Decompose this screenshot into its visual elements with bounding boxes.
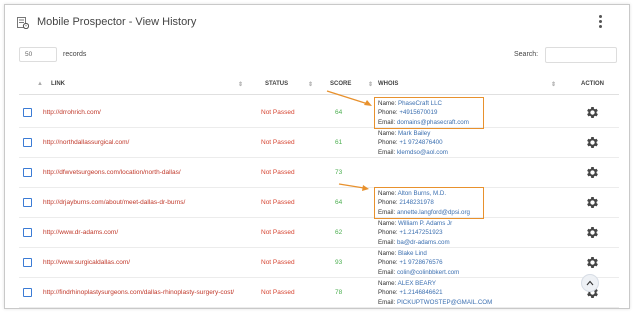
row-status: Not Passed bbox=[261, 169, 295, 176]
whois-name: Mark Bailey bbox=[397, 130, 431, 137]
table-row: http://drrohrich.com/Not Passed 64 Name: P… bbox=[19, 98, 619, 128]
gear-icon[interactable] bbox=[585, 165, 600, 180]
whois-email-label: Email: bbox=[378, 298, 396, 306]
annotation-arrow bbox=[326, 90, 372, 106]
chevron-up-icon bbox=[586, 280, 594, 286]
whois-name-label: Name: bbox=[378, 250, 397, 257]
row-status: Not Passed bbox=[261, 229, 295, 236]
row-link[interactable]: http://www.dr-adams.com/ bbox=[43, 229, 118, 236]
table-header: ▲ LINK ⇕ STATUS ⇕ SCORE ⇕ WHOIS ⇕ ACTION bbox=[19, 73, 619, 95]
row-status: Not Passed bbox=[261, 289, 295, 296]
whois-name-label: Name: bbox=[378, 220, 397, 227]
whois-info: Name: William P. Adams Jr Phone: +1.21472… bbox=[378, 219, 452, 247]
row-score: 78 bbox=[335, 289, 343, 296]
column-link[interactable]: LINK bbox=[51, 81, 65, 87]
whois-email: ba@dr-adams.com bbox=[396, 238, 450, 246]
page-title: Mobile Prospector - View History bbox=[37, 16, 197, 28]
row-link[interactable]: http://www.surgicaldallas.com/ bbox=[43, 259, 130, 266]
sort-asc-icon[interactable]: ▲ bbox=[37, 81, 43, 87]
sort-icon[interactable]: ⇕ bbox=[551, 81, 556, 88]
whois-info: Name: Mark Bailey Phone: +1 9724876400 Ema… bbox=[378, 129, 448, 157]
sort-icon[interactable]: ⇕ bbox=[308, 81, 313, 88]
whois-phone: +1 9728676576 bbox=[399, 259, 443, 267]
whois-name: William P. Adams Jr bbox=[397, 220, 453, 227]
row-checkbox[interactable] bbox=[23, 198, 32, 207]
row-status: Not Passed bbox=[261, 259, 295, 266]
sort-icon[interactable]: ⇕ bbox=[368, 81, 373, 88]
column-score[interactable]: SCORE bbox=[330, 81, 351, 87]
row-score: 61 bbox=[335, 139, 343, 146]
gear-icon[interactable] bbox=[585, 225, 600, 240]
search-label: Search: bbox=[514, 51, 539, 58]
whois-email-label: Email: bbox=[378, 238, 396, 246]
whois-phone: +1.2146846621 bbox=[399, 289, 443, 297]
gear-icon[interactable] bbox=[585, 255, 600, 270]
sort-icon[interactable]: ⇕ bbox=[238, 81, 243, 88]
row-checkbox[interactable] bbox=[23, 108, 32, 117]
panel-header: Mobile Prospector - View History bbox=[5, 5, 629, 39]
table-row: http://www.dr-adams.com/Not Passed 62 Name… bbox=[19, 218, 619, 248]
search-input[interactable] bbox=[545, 47, 617, 63]
column-status[interactable]: STATUS bbox=[265, 81, 288, 87]
whois-info: Name: ALEX BEARY Phone: +1.2146846621 Emai… bbox=[378, 279, 492, 307]
row-status: Not Passed bbox=[261, 199, 295, 206]
more-vertical-icon[interactable] bbox=[599, 15, 603, 29]
row-link[interactable]: http://drrohrich.com/ bbox=[43, 109, 101, 116]
whois-highlight-box bbox=[374, 97, 484, 129]
row-checkbox[interactable] bbox=[23, 138, 32, 147]
row-status: Not Passed bbox=[261, 109, 295, 116]
row-score: 64 bbox=[335, 109, 343, 116]
annotation-arrow bbox=[338, 183, 369, 191]
page-length-label: records bbox=[63, 51, 87, 58]
row-checkbox[interactable] bbox=[23, 258, 32, 267]
row-checkbox[interactable] bbox=[23, 288, 32, 297]
whois-email: PICKUPTWOSTEP@GMAIL.COM bbox=[396, 298, 493, 306]
whois-name-label: Name: bbox=[378, 130, 397, 137]
row-checkbox[interactable] bbox=[23, 228, 32, 237]
row-score: 73 bbox=[335, 169, 343, 176]
gear-icon[interactable] bbox=[585, 135, 600, 150]
row-status: Not Passed bbox=[261, 139, 295, 146]
row-link[interactable]: http://dfwvetsurgeons.com/location/north… bbox=[43, 169, 181, 176]
whois-phone-label: Phone: bbox=[378, 259, 398, 267]
row-link[interactable]: http://northdallassurgical.com/ bbox=[43, 139, 129, 146]
column-action: ACTION bbox=[581, 81, 604, 87]
whois-phone-label: Phone: bbox=[378, 289, 398, 297]
whois-phone-label: Phone: bbox=[378, 139, 398, 147]
view-history-panel: Mobile Prospector - View History 50 reco… bbox=[4, 4, 630, 309]
table-row: http://www.surgicaldallas.com/Not Passed… bbox=[19, 248, 619, 278]
gear-icon[interactable] bbox=[585, 195, 600, 210]
history-list-icon bbox=[17, 17, 29, 29]
whois-email-label: Email: bbox=[378, 148, 396, 156]
row-score: 62 bbox=[335, 229, 343, 236]
whois-info: Name: Blake Lind Phone: +1 9728676576 Emai… bbox=[378, 249, 459, 277]
table-controls: 50 records Search: bbox=[5, 43, 629, 65]
whois-phone: +1.2147251923 bbox=[399, 229, 443, 237]
row-link[interactable]: http://findrhinoplastysurgeons.com/dalla… bbox=[43, 289, 234, 296]
scroll-to-top-button[interactable] bbox=[581, 274, 599, 292]
page-length-select[interactable]: 50 bbox=[19, 47, 57, 62]
row-score: 64 bbox=[335, 199, 343, 206]
whois-email: klemdso@aol.com bbox=[396, 148, 448, 156]
whois-phone-label: Phone: bbox=[378, 229, 398, 237]
gear-icon[interactable] bbox=[585, 105, 600, 120]
whois-name: Blake Lind bbox=[397, 250, 427, 257]
whois-name: ALEX BEARY bbox=[397, 280, 437, 287]
whois-name-label: Name: bbox=[378, 280, 397, 287]
table-row: http://drjayburns.com/about/meet-dallas-… bbox=[19, 188, 619, 218]
table-row: http://northdallassurgical.com/Not Passe… bbox=[19, 128, 619, 158]
whois-phone: +1 9724876400 bbox=[399, 139, 443, 147]
table-row: http://findrhinoplastysurgeons.com/dalla… bbox=[19, 278, 619, 308]
row-score: 93 bbox=[335, 259, 343, 266]
whois-email: colin@colinbbkert.com bbox=[396, 268, 460, 276]
column-whois[interactable]: WHOIS bbox=[378, 81, 398, 87]
table-row: http://dfwvetsurgeons.com/location/north… bbox=[19, 158, 619, 188]
whois-highlight-box bbox=[374, 187, 484, 219]
whois-email-label: Email: bbox=[378, 268, 396, 276]
row-link[interactable]: http://drjayburns.com/about/meet-dallas-… bbox=[43, 199, 185, 206]
row-checkbox[interactable] bbox=[23, 168, 32, 177]
